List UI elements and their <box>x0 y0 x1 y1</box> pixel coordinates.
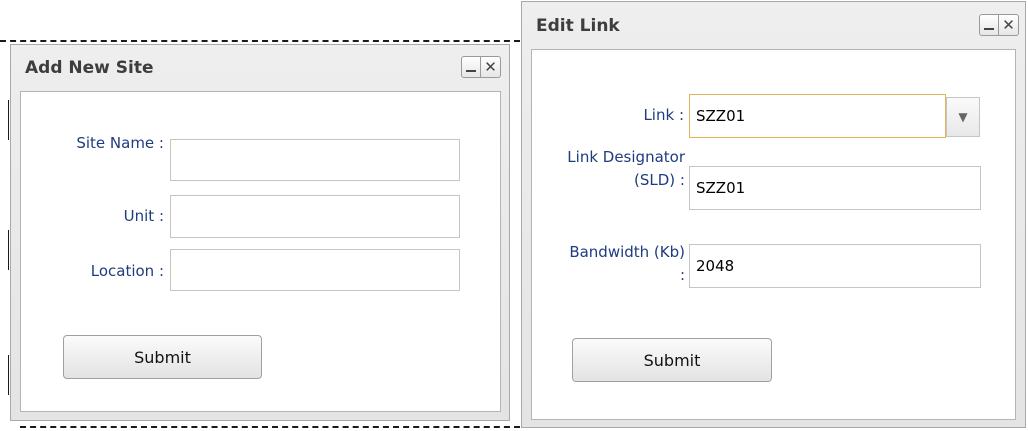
background-dash-line <box>0 40 520 43</box>
site-name-field[interactable] <box>170 139 460 181</box>
unit-field[interactable] <box>170 195 460 238</box>
background-dash-line <box>20 426 520 429</box>
add-site-submit-button[interactable]: Submit <box>63 335 262 379</box>
link-label-text: Link : <box>643 106 684 124</box>
link-label: Link : <box>590 105 684 126</box>
link-combo-input[interactable] <box>689 94 946 138</box>
edit-link-titlebar[interactable]: Edit Link ✕ <box>522 2 1025 49</box>
window-title: Edit Link <box>536 15 620 36</box>
location-label-text: Location : <box>90 262 164 280</box>
bandwidth-field[interactable] <box>689 244 981 288</box>
minimize-icon[interactable] <box>979 14 999 36</box>
minimize-icon[interactable] <box>461 56 481 78</box>
site-name-label-text: Site Name : <box>76 134 164 152</box>
background-edge-line <box>8 355 9 395</box>
bandwidth-label-text: Bandwidth (Kb) : <box>569 243 685 284</box>
window-title: Add New Site <box>25 58 154 78</box>
close-icon[interactable]: ✕ <box>481 56 501 78</box>
background-edge-line <box>8 230 9 270</box>
bandwidth-label: Bandwidth (Kb) : <box>565 241 685 287</box>
location-label: Location : <box>40 261 164 282</box>
add-new-site-titlebar[interactable]: Add New Site ✕ <box>11 45 509 91</box>
chevron-down-icon[interactable]: ▼ <box>946 97 980 137</box>
designator-label-text: Link Designator (SLD) : <box>567 148 685 189</box>
submit-button-label: Submit <box>134 347 191 367</box>
edit-link-submit-button[interactable]: Submit <box>572 338 772 382</box>
close-icon[interactable]: ✕ <box>999 14 1019 36</box>
designator-label: Link Designator (SLD) : <box>565 146 685 192</box>
unit-label: Unit : <box>60 206 164 227</box>
unit-label-text: Unit : <box>123 207 164 225</box>
background-edge-line <box>8 100 9 140</box>
site-name-label: Site Name : <box>60 133 164 154</box>
submit-button-label: Submit <box>643 350 701 370</box>
link-designator-field[interactable] <box>689 166 981 210</box>
location-field[interactable] <box>170 249 460 291</box>
